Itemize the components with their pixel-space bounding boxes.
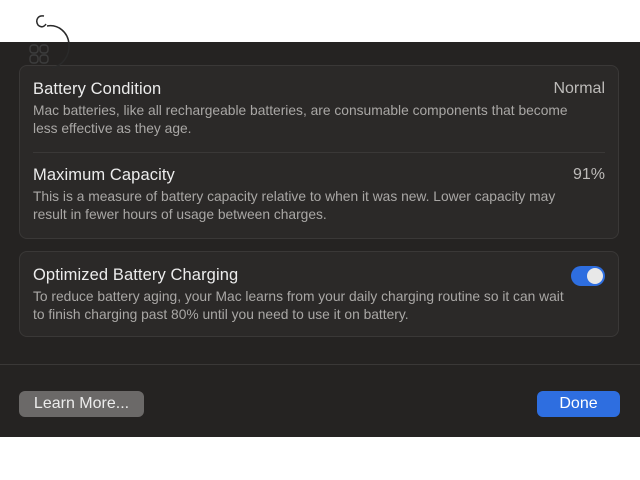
battery-condition-row: Battery Condition Normal Mac batteries, …	[33, 79, 605, 138]
maximum-capacity-value: 91%	[572, 166, 605, 183]
footer-divider	[0, 364, 640, 365]
done-button[interactable]: Done	[537, 391, 620, 417]
learn-more-button[interactable]: Learn More...	[19, 391, 144, 417]
battery-condition-description: Mac batteries, like all rechargeable bat…	[33, 103, 568, 136]
battery-condition-value: Normal	[553, 80, 605, 97]
toggle-knob	[587, 268, 603, 284]
card-divider	[33, 152, 605, 153]
optimized-charging-description: To reduce battery aging, your Mac learns…	[33, 289, 564, 322]
optimized-charging-toggle[interactable]	[571, 266, 605, 286]
maximum-capacity-title: Maximum Capacity	[33, 166, 175, 184]
maximum-capacity-row: Maximum Capacity 91% This is a measure o…	[33, 165, 605, 224]
optimized-charging-row: Optimized Battery Charging To reduce bat…	[33, 265, 605, 324]
battery-health-card: Battery Condition Normal Mac batteries, …	[19, 65, 619, 239]
optimized-charging-card: Optimized Battery Charging To reduce bat…	[19, 251, 619, 337]
maximum-capacity-description: This is a measure of battery capacity re…	[33, 189, 556, 222]
apple-grid-logo-icon	[29, 15, 70, 69]
battery-condition-title: Battery Condition	[33, 80, 162, 98]
optimized-charging-title: Optimized Battery Charging	[33, 266, 239, 284]
battery-health-sheet: Battery Condition Normal Mac batteries, …	[0, 42, 640, 437]
